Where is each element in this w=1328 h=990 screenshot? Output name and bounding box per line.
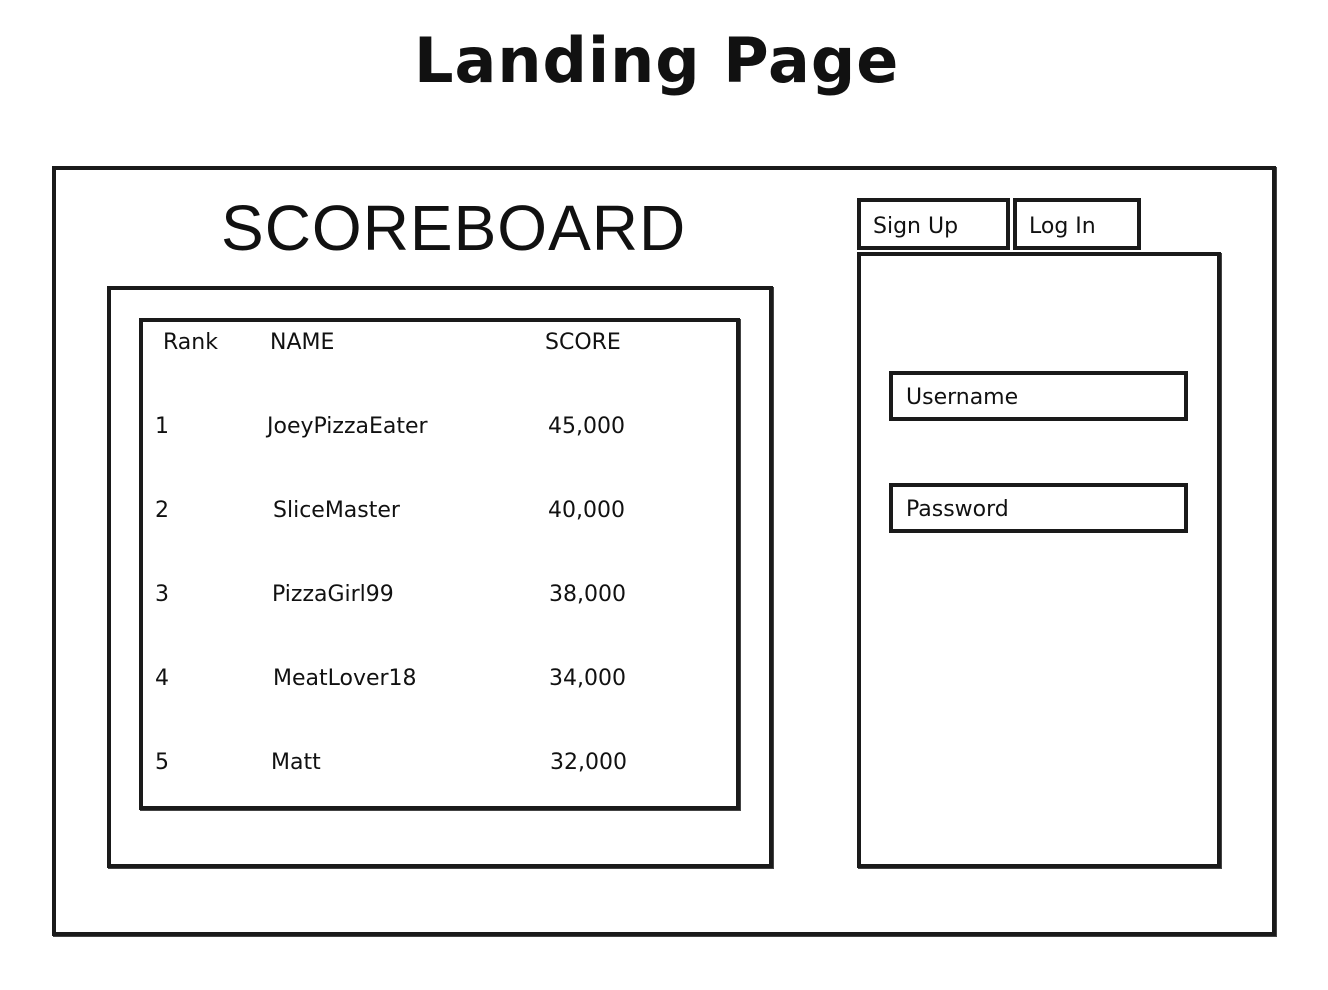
scoreboard-title: SCOREBOARD [221,192,687,264]
column-header-score: SCORE [545,330,621,355]
score-cell: 34,000 [549,666,626,691]
rank-cell: 2 [155,498,169,523]
name-cell: Matt [271,750,321,775]
sign-up-tab[interactable]: Sign Up [857,198,1010,250]
name-cell: SliceMaster [273,498,400,523]
column-header-name: NAME [270,330,335,355]
rank-cell: 5 [155,750,169,775]
password-field[interactable]: Password [889,483,1188,533]
name-cell: PizzaGirl99 [272,582,394,607]
score-cell: 45,000 [548,414,625,439]
username-field[interactable]: Username [889,371,1188,421]
scoreboard-table [139,318,740,810]
rank-cell: 4 [155,666,169,691]
login-panel [857,252,1221,868]
page-title: Landing Page [414,24,900,97]
name-cell: JoeyPizzaEater [267,414,428,439]
score-cell: 40,000 [548,498,625,523]
score-cell: 38,000 [549,582,626,607]
score-cell: 32,000 [550,750,627,775]
rank-cell: 3 [155,582,169,607]
name-cell: MeatLover18 [273,666,417,691]
rank-cell: 1 [155,414,169,439]
log-in-tab[interactable]: Log In [1013,198,1141,250]
column-header-rank: Rank [163,330,218,355]
